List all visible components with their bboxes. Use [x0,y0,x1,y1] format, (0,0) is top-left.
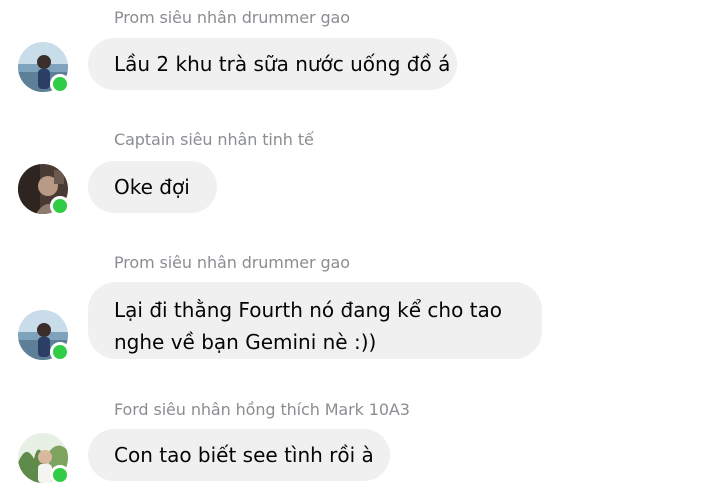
message-text-line: nghe về bạn Gemini nè :)) [114,330,377,354]
online-status-icon [50,465,70,485]
avatar[interactable] [18,42,70,94]
sender-name: Prom siêu nhân drummer gao [114,8,350,27]
online-status-icon [50,342,70,362]
online-status-icon [50,74,70,94]
message-text: Lầu 2 khu trà sữa nước uống đồ á [114,52,451,76]
message-text: Oke đợi [114,175,190,199]
message-text-line: Lại đi thằng Fourth nó đang kể cho tao [114,298,503,322]
message-text: Con tao biết see tình rồi à [114,443,374,467]
sender-name: Ford siêu nhân hồng thích Mark 10A3 [114,400,410,419]
sender-name: Prom siêu nhân drummer gao [114,253,350,272]
avatar[interactable] [18,310,70,362]
message-bubble[interactable]: Lại đi thằng Fourth nó đang kể cho tao n… [88,282,542,359]
message-bubble[interactable]: Con tao biết see tình rồi à [88,429,390,481]
message-bubble[interactable]: Lầu 2 khu trà sữa nước uống đồ á [88,38,457,90]
avatar[interactable] [18,433,70,485]
message-bubble[interactable]: Oke đợi [88,161,217,213]
avatar[interactable] [18,164,70,216]
online-status-icon [50,196,70,216]
sender-name: Captain siêu nhân tinh tế [114,130,314,149]
